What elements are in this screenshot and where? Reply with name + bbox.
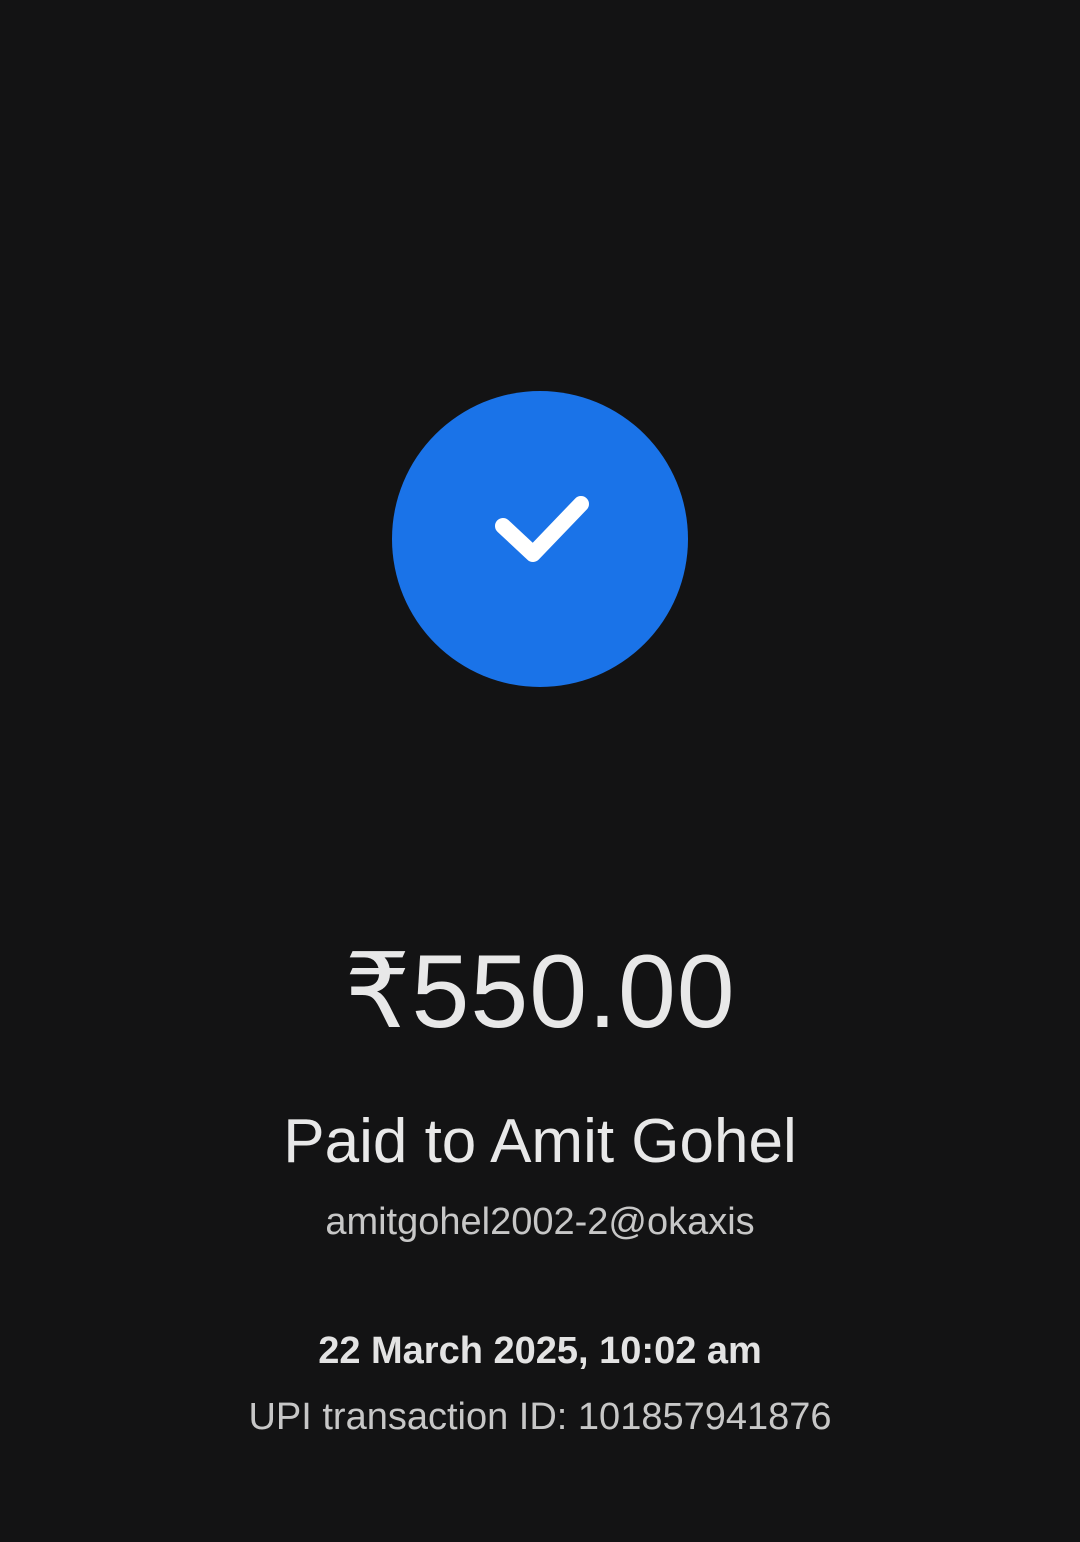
payee-name: Paid to Amit Gohel (283, 1107, 797, 1176)
payment-amount: ₹550.00 (344, 934, 736, 1050)
transaction-id: UPI transaction ID: 101857941876 (248, 1396, 832, 1438)
success-badge (392, 391, 688, 687)
check-icon (495, 496, 589, 562)
payment-success-screen: ₹550.00 Paid to Amit Gohel amitgohel2002… (0, 0, 1080, 1542)
payee-upi-id: amitgohel2002-2@okaxis (325, 1201, 755, 1243)
payment-datetime: 22 March 2025, 10:02 am (318, 1330, 762, 1372)
